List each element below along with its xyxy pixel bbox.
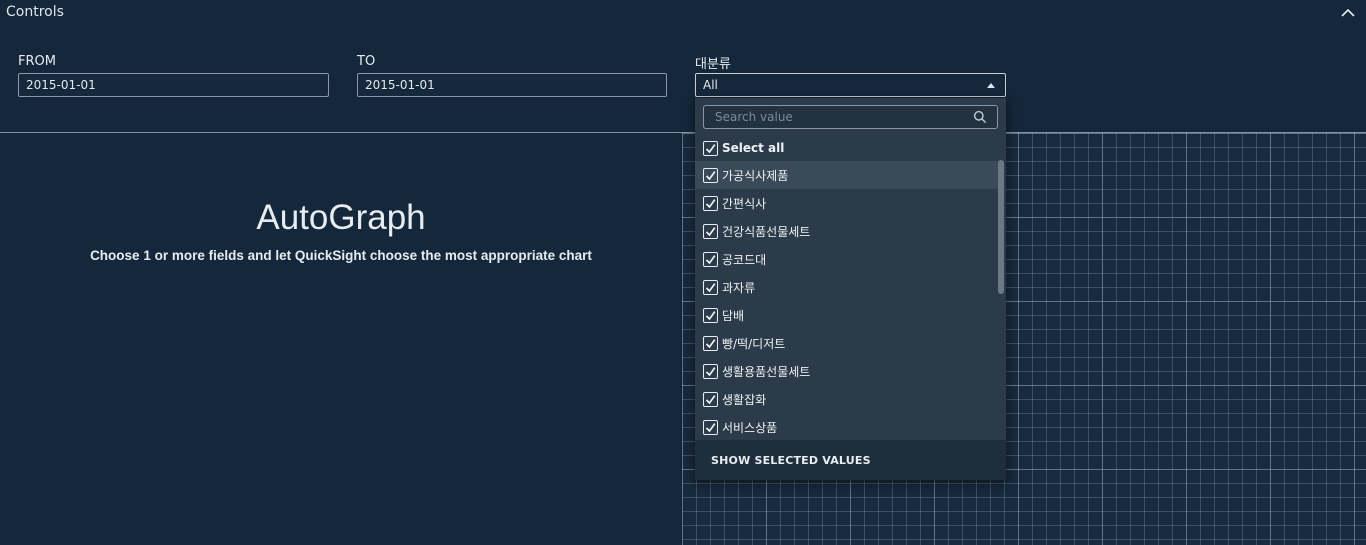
to-label: TO <box>357 54 376 69</box>
list-item-label: 빵/떡/디저트 <box>722 336 786 351</box>
search-box <box>703 105 998 129</box>
collapse-button[interactable] <box>1338 3 1358 23</box>
list-item-label: 과자류 <box>722 280 756 295</box>
checkbox-checked-icon[interactable] <box>703 307 718 323</box>
controls-panel: Controls FROM 2015-01-01 TO 2015-01-01 대… <box>0 0 1366 133</box>
search-icon[interactable] <box>973 110 987 124</box>
checkbox-checked-icon[interactable] <box>703 167 718 183</box>
list-item-label: 생활잡화 <box>722 392 767 407</box>
list-scrollbar[interactable] <box>998 160 1004 294</box>
value-list: Select all 가공식사제품 간편식사 건강식품선물세트 공코드대 과자류… <box>695 134 998 440</box>
list-item-label: 가공식사제품 <box>722 168 789 183</box>
list-item-label: 서비스상품 <box>722 420 778 435</box>
list-item[interactable]: 담배 <box>695 301 998 329</box>
list-item-label: 생활용품선물세트 <box>722 364 811 379</box>
checkbox-checked-icon[interactable] <box>703 419 718 435</box>
checkbox-checked-icon[interactable] <box>703 335 718 351</box>
autograph-subtitle: Choose 1 or more fields and let QuickSig… <box>90 248 592 263</box>
from-label: FROM <box>18 54 56 69</box>
chevron-up-icon <box>1341 8 1355 17</box>
caret-up-icon <box>987 83 995 88</box>
list-item-label: 담배 <box>722 308 745 323</box>
list-item[interactable]: 가공식사제품 <box>695 161 998 189</box>
from-date-field[interactable]: 2015-01-01 <box>18 73 329 97</box>
to-date-field[interactable]: 2015-01-01 <box>357 73 667 97</box>
checkbox-checked-icon[interactable] <box>703 223 718 239</box>
list-item[interactable]: 생활잡화 <box>695 385 998 413</box>
autograph-title: AutoGraph <box>256 198 426 237</box>
list-item-label: 건강식품선물세트 <box>722 224 811 239</box>
list-item-label: 간편식사 <box>722 196 767 211</box>
checkbox-checked-icon[interactable] <box>703 140 718 156</box>
list-item[interactable]: 생활용품선물세트 <box>695 357 998 385</box>
dropdown-footer: SHOW SELECTED VALUES <box>695 440 1006 480</box>
controls-title: Controls <box>6 4 64 20</box>
category-select[interactable]: All <box>695 73 1006 97</box>
list-item[interactable]: 서비스상품 <box>695 413 998 441</box>
show-selected-values-button[interactable]: SHOW SELECTED VALUES <box>711 454 871 467</box>
list-item[interactable]: 과자류 <box>695 273 998 301</box>
checkbox-checked-icon[interactable] <box>703 279 718 295</box>
select-all-label: Select all <box>722 141 785 155</box>
list-item[interactable]: 건강식품선물세트 <box>695 217 998 245</box>
list-item[interactable]: 간편식사 <box>695 189 998 217</box>
visual-canvas <box>0 133 682 545</box>
checkbox-checked-icon[interactable] <box>703 251 718 267</box>
checkbox-checked-icon[interactable] <box>703 363 718 379</box>
checkbox-checked-icon[interactable] <box>703 195 718 211</box>
list-item-label: 공코드대 <box>722 252 767 267</box>
list-item[interactable]: 빵/떡/디저트 <box>695 329 998 357</box>
list-item[interactable]: 공코드대 <box>695 245 998 273</box>
category-select-value: All <box>703 78 718 92</box>
category-dropdown: Select all 가공식사제품 간편식사 건강식품선물세트 공코드대 <box>695 98 1006 480</box>
category-label: 대분류 <box>695 57 731 72</box>
search-input[interactable] <box>704 106 964 128</box>
checkbox-checked-icon[interactable] <box>703 391 718 407</box>
select-all-option[interactable]: Select all <box>695 134 998 162</box>
